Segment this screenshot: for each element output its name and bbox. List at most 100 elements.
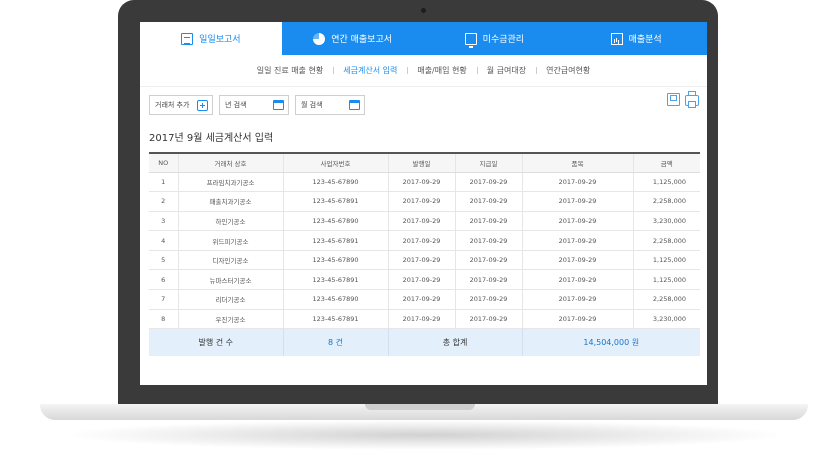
cell-business-number: 123-45-67891 <box>282 269 388 291</box>
print-icon[interactable] <box>685 91 699 108</box>
cell-amount: 1,125,000 <box>632 172 700 193</box>
cell-no: 4 <box>149 230 178 251</box>
screen: 일일보고서 연간 매출보고서 미수금관리 매출분석 일일 진료 매출 현황 세금… <box>140 22 707 385</box>
cell-item: 2017-09-29 <box>521 230 633 251</box>
monitor-icon <box>464 32 477 48</box>
cell-item: 2017-09-29 <box>521 172 633 193</box>
sub-nav-tax-invoice[interactable]: 세금계산서 입력 <box>333 65 407 76</box>
table-row[interactable]: 1 프라임치과기공소 123-45-67890 2017-09-29 2017-… <box>149 172 700 193</box>
tab-label: 일일보고서 <box>199 35 241 45</box>
tab-receivables[interactable]: 미수금관리 <box>423 22 566 55</box>
column-header: 발행일 <box>387 152 455 173</box>
cell-payment-date: 2017-09-29 <box>454 191 522 212</box>
cell-amount: 3,230,000 <box>632 211 700 232</box>
sub-nav-sales-purchase[interactable]: 매출/매입 현황 <box>407 65 476 76</box>
sub-nav-annual-payroll[interactable]: 연간급여현황 <box>536 65 600 76</box>
cell-vendor: 프라임치과기공소 <box>177 172 283 193</box>
cell-vendor: 우진기공소 <box>177 309 283 330</box>
cell-vendor: 리더기공소 <box>177 289 283 310</box>
table-row[interactable]: 2 패출치과기공소 123-45-67891 2017-09-29 2017-0… <box>149 191 700 212</box>
tab-label: 연간 매출보고서 <box>331 35 393 45</box>
save-icon[interactable] <box>667 93 680 106</box>
issue-count-value: 8 건 <box>282 328 388 356</box>
cell-item: 2017-09-29 <box>521 309 633 330</box>
cell-item: 2017-09-29 <box>521 269 633 291</box>
cell-vendor: 패출치과기공소 <box>177 191 283 212</box>
month-search-label: 월 검색 <box>301 101 323 109</box>
column-header: 사업자번호 <box>282 152 388 173</box>
cell-payment-date: 2017-09-29 <box>454 172 522 193</box>
cell-payment-date: 2017-09-29 <box>454 211 522 232</box>
column-header: 지급일 <box>454 152 522 173</box>
cell-payment-date: 2017-09-29 <box>454 230 522 251</box>
cell-vendor: 뉴마스터기공소 <box>177 269 283 291</box>
cell-issue-date: 2017-09-29 <box>387 172 455 193</box>
cell-no: 3 <box>149 211 178 232</box>
tab-annual-sales-report[interactable]: 연간 매출보고서 <box>281 22 424 55</box>
year-search-field[interactable]: 년 검색 <box>219 95 289 115</box>
table-row[interactable]: 6 뉴마스터기공소 123-45-67891 2017-09-29 2017-0… <box>149 269 700 291</box>
issue-count-label: 발행 건 수 <box>149 328 283 356</box>
tab-daily-report[interactable]: 일일보고서 <box>140 22 282 55</box>
table-row[interactable]: 8 우진기공소 123-45-67891 2017-09-29 2017-09-… <box>149 309 700 330</box>
column-header: NO <box>149 152 178 173</box>
sub-nav: 일일 진료 매출 현황 세금계산서 입력 매출/매입 현황 월 급여대장 연간급… <box>140 55 707 87</box>
tab-label: 미수금관리 <box>482 35 525 45</box>
cell-item: 2017-09-29 <box>521 211 633 232</box>
plus-icon <box>197 99 208 111</box>
page-title: 2017년 9월 세금계산서 입력 <box>149 133 274 144</box>
toolbar: 거래처 추가 년 검색 월 검색 <box>140 87 707 119</box>
cell-amount: 2,258,000 <box>632 230 700 251</box>
laptop-notch <box>365 404 475 410</box>
presentation-chart-icon <box>610 32 623 45</box>
cell-vendor: 위드피기공소 <box>177 230 283 251</box>
tab-sales-analysis[interactable]: 매출분석 <box>565 22 707 55</box>
cell-issue-date: 2017-09-29 <box>387 191 455 212</box>
laptop-shadow <box>60 420 790 450</box>
cell-payment-date: 2017-09-29 <box>454 269 522 291</box>
sub-nav-monthly-payroll[interactable]: 월 급여대장 <box>476 65 536 76</box>
cell-no: 2 <box>149 191 178 212</box>
cell-business-number: 123-45-67890 <box>282 250 388 271</box>
top-tabs: 일일보고서 연간 매출보고서 미수금관리 매출분석 <box>140 22 707 55</box>
cell-business-number: 123-45-67890 <box>282 211 388 232</box>
table-header-row: NO 거래처 상호 사업자번호 발행일 지급일 품목 금액 <box>149 152 700 173</box>
cell-business-number: 123-45-67891 <box>282 191 388 212</box>
camera-icon <box>421 8 426 13</box>
cell-business-number: 123-45-67890 <box>282 172 388 193</box>
cell-business-number: 123-45-67891 <box>282 230 388 251</box>
cell-no: 6 <box>149 269 178 291</box>
column-header: 품목 <box>521 152 633 173</box>
total-value: 14,504,000 원 <box>521 328 700 356</box>
table-row[interactable]: 5 디자인기공소 123-45-67890 2017-09-29 2017-09… <box>149 250 700 271</box>
cell-amount: 2,258,000 <box>632 191 700 212</box>
cell-issue-date: 2017-09-29 <box>387 289 455 310</box>
cell-issue-date: 2017-09-29 <box>387 309 455 330</box>
cell-amount: 2,258,000 <box>632 289 700 310</box>
right-tools <box>667 91 699 108</box>
add-vendor-button[interactable]: 거래처 추가 <box>149 95 213 115</box>
month-search-field[interactable]: 월 검색 <box>295 95 365 115</box>
table-row[interactable]: 3 하인기공소 123-45-67890 2017-09-29 2017-09-… <box>149 211 700 232</box>
cell-payment-date: 2017-09-29 <box>454 289 522 310</box>
clipboard-icon <box>181 32 194 45</box>
cell-no: 5 <box>149 250 178 271</box>
cell-item: 2017-09-29 <box>521 250 633 271</box>
year-search-label: 년 검색 <box>225 101 247 109</box>
calendar-icon[interactable] <box>349 100 360 110</box>
table-row[interactable]: 4 위드피기공소 123-45-67891 2017-09-29 2017-09… <box>149 230 700 251</box>
cell-no: 8 <box>149 309 178 330</box>
cell-business-number: 123-45-67891 <box>282 309 388 330</box>
tax-invoice-table: NO 거래처 상호 사업자번호 발행일 지급일 품목 금액 1 프라임치과기공소… <box>149 152 700 356</box>
cell-item: 2017-09-29 <box>521 191 633 212</box>
cell-payment-date: 2017-09-29 <box>454 309 522 330</box>
column-header: 거래처 상호 <box>177 152 283 173</box>
table-footer-row: 발행 건 수 8 건 총 합계 14,504,000 원 <box>149 328 700 356</box>
column-header: 금액 <box>632 152 700 173</box>
add-vendor-label: 거래처 추가 <box>155 101 190 109</box>
calendar-icon[interactable] <box>273 100 284 110</box>
sub-nav-daily-sales[interactable]: 일일 진료 매출 현황 <box>247 65 334 76</box>
cell-no: 7 <box>149 289 178 310</box>
table-row[interactable]: 7 리더기공소 123-45-67890 2017-09-29 2017-09-… <box>149 289 700 310</box>
cell-no: 1 <box>149 172 178 193</box>
